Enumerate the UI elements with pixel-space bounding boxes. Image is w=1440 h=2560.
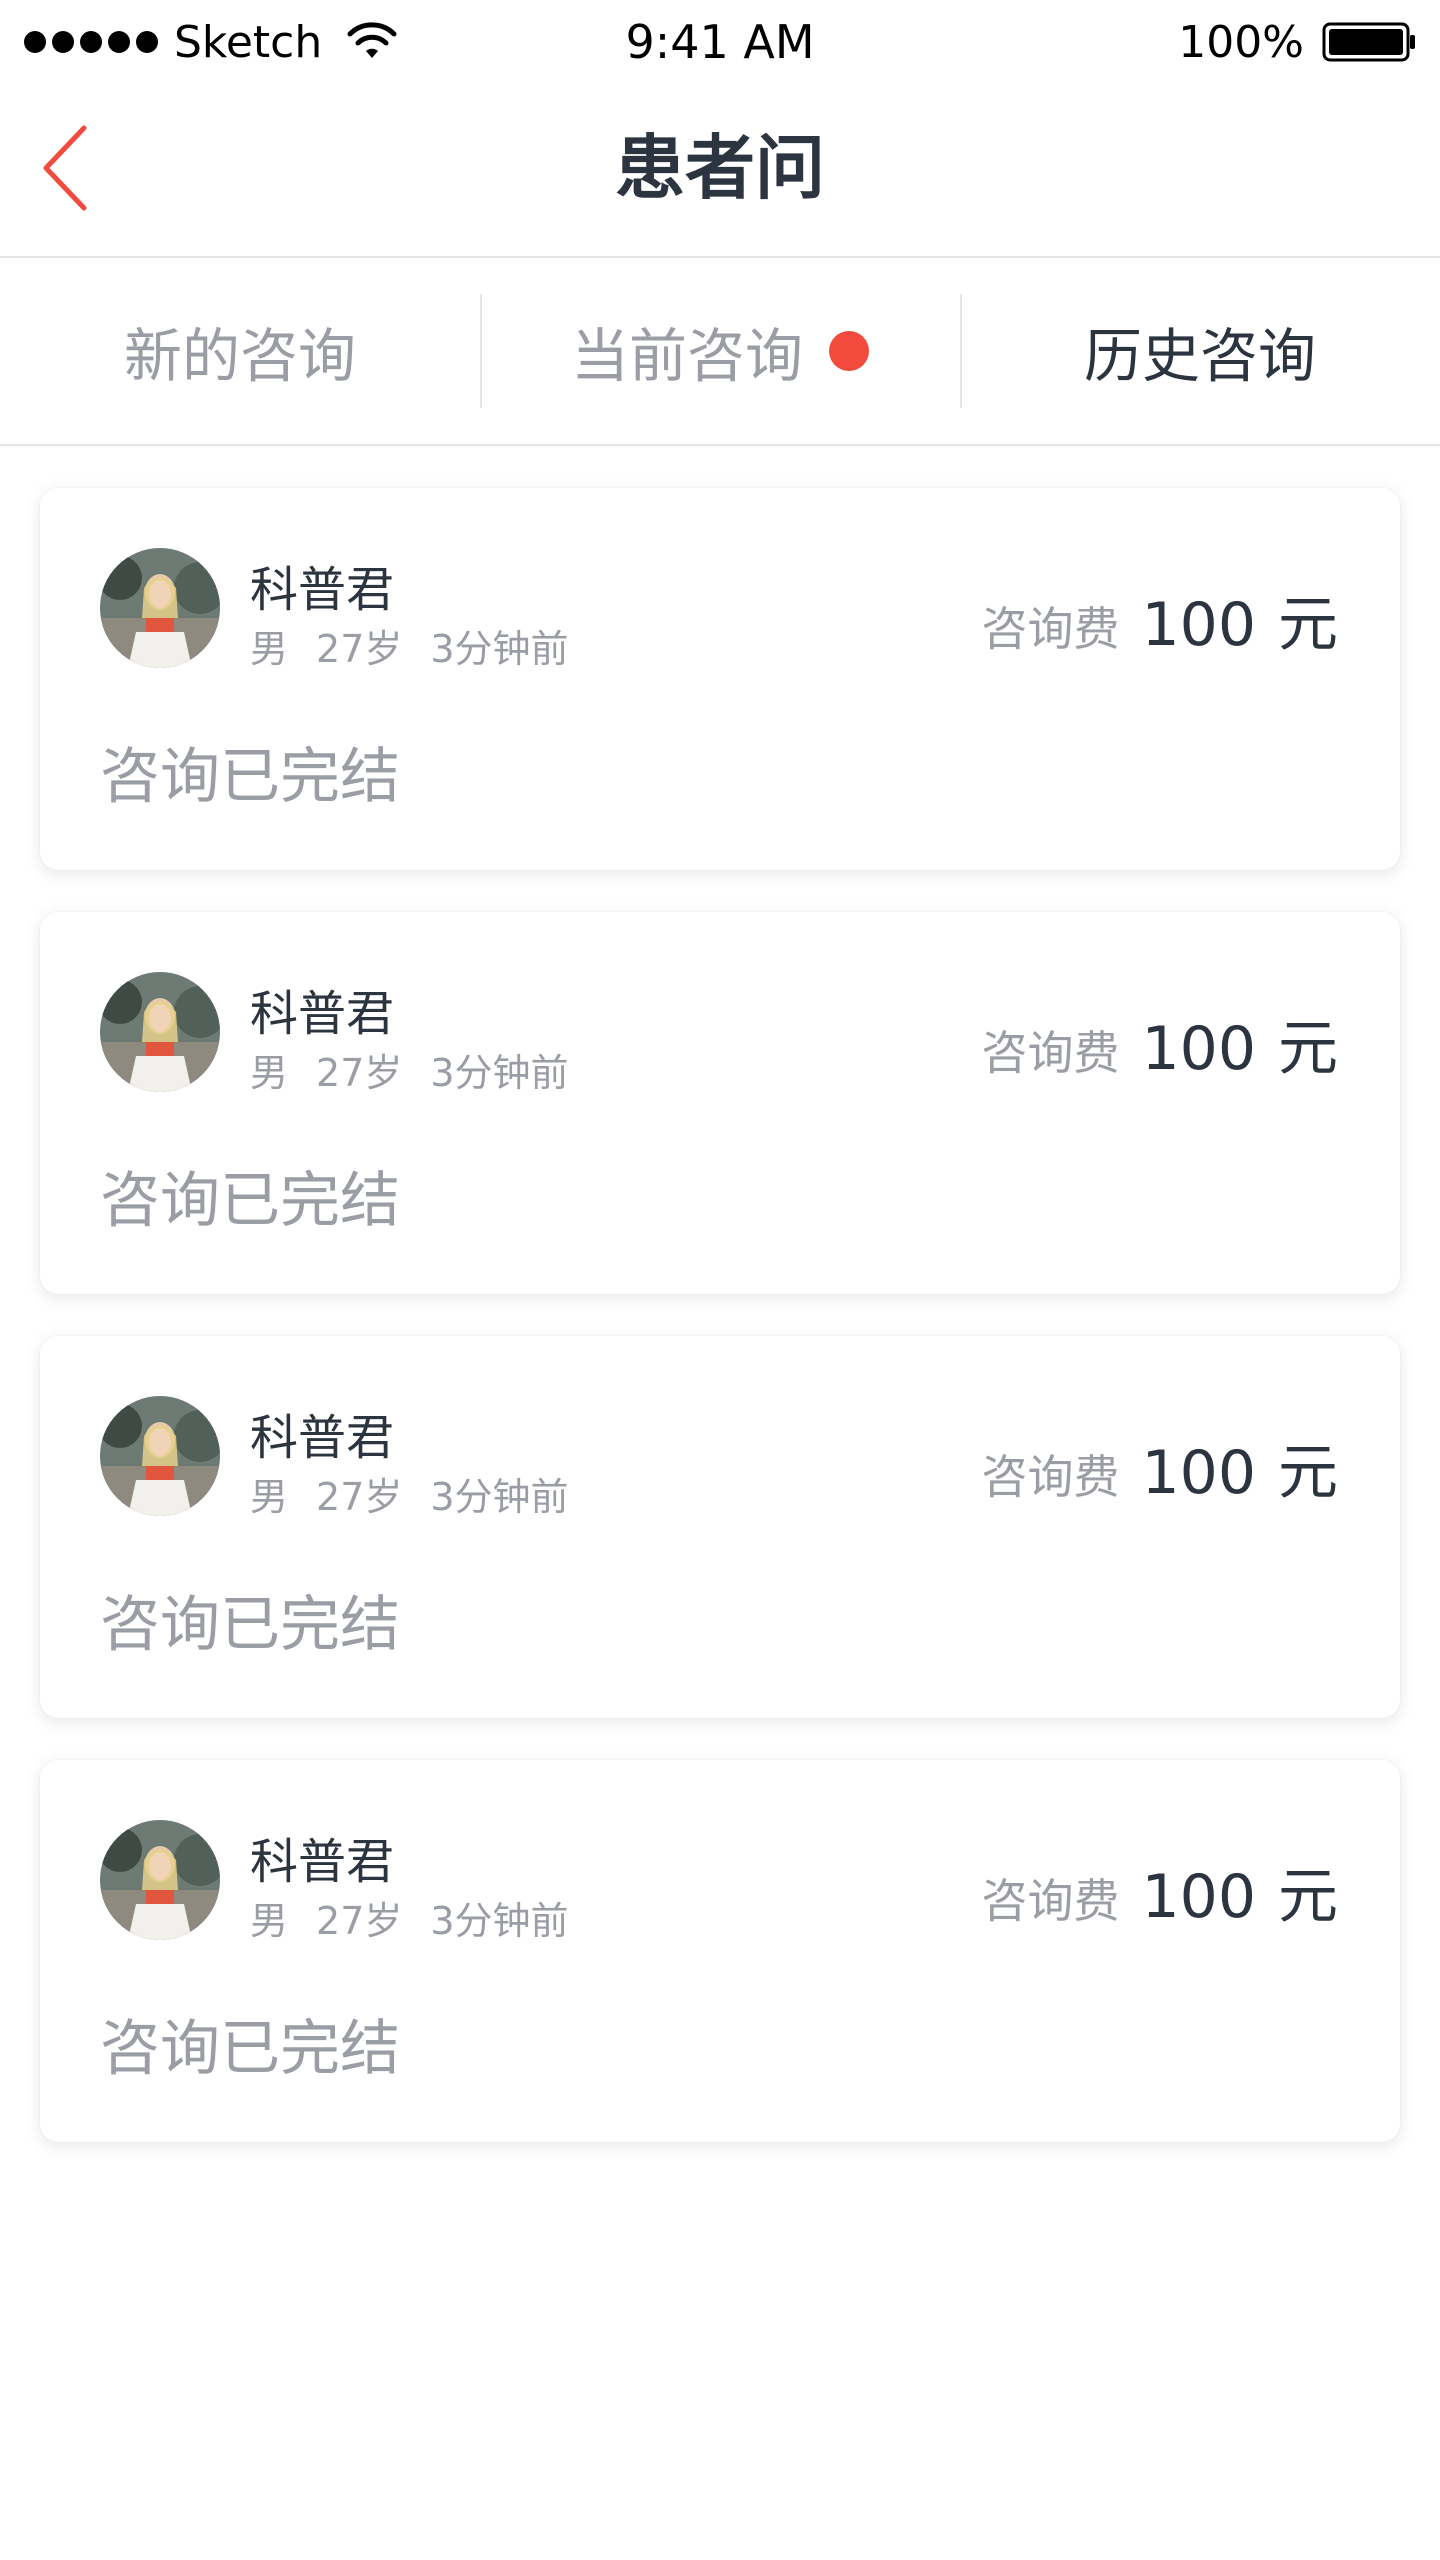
- patient-name: 科普君: [250, 986, 395, 1042]
- page-title: 患者问: [615, 127, 825, 209]
- consultation-fee: 咨询费 100 元: [981, 1848, 1338, 1935]
- consultation-time: 3分钟前: [430, 1475, 569, 1519]
- patient-age: 27岁: [316, 627, 403, 671]
- patient-gender: 男: [250, 1475, 289, 1519]
- tab-new-consultation[interactable]: 新的咨询: [0, 258, 480, 444]
- patient-gender: 男: [250, 1051, 289, 1095]
- patient-meta: 男 27岁 3分钟前: [250, 618, 569, 673]
- avatar-photo-icon: [100, 1396, 220, 1516]
- consultation-status: 咨询已完结: [100, 2014, 400, 2084]
- patient-meta: 男 27岁 3分钟前: [250, 1466, 569, 1521]
- consultation-time: 3分钟前: [430, 627, 569, 671]
- tab-current-consultation[interactable]: 当前咨询: [480, 258, 960, 444]
- consultation-status: 咨询已完结: [100, 742, 400, 812]
- patient-age: 27岁: [316, 1475, 403, 1519]
- consultation-card[interactable]: 科普君 男 27岁 3分钟前 咨询费 100 元 咨询已完结: [40, 912, 1400, 1294]
- patient-age: 27岁: [316, 1051, 403, 1095]
- fee-label: 咨询费: [981, 1450, 1120, 1504]
- unread-dot-badge: [829, 331, 869, 371]
- fee-unit: 元: [1278, 590, 1338, 660]
- patient-age: 27岁: [316, 1899, 403, 1943]
- avatar: [100, 1396, 220, 1516]
- tab-label: 当前咨询: [570, 322, 803, 390]
- patient-gender: 男: [250, 627, 289, 671]
- consultation-fee: 咨询费 100 元: [981, 1000, 1338, 1087]
- tab-label: 历史咨询: [1083, 322, 1316, 390]
- avatar-photo-icon: [100, 972, 220, 1092]
- fee-label: 咨询费: [981, 1026, 1120, 1080]
- consultation-card[interactable]: 科普君 男 27岁 3分钟前 咨询费 100 元 咨询已完结: [40, 1336, 1400, 1718]
- consultation-time: 3分钟前: [430, 1051, 569, 1095]
- status-bar: Sketch 9:41 AM 100%: [0, 0, 1440, 80]
- patient-meta: 男 27岁 3分钟前: [250, 1042, 569, 1097]
- patient-meta: 男 27岁 3分钟前: [250, 1890, 569, 1945]
- battery-percentage: 100%: [1178, 16, 1304, 68]
- fee-unit: 元: [1278, 1862, 1338, 1932]
- consultation-time: 3分钟前: [430, 1899, 569, 1943]
- consultation-fee: 咨询费 100 元: [981, 576, 1338, 663]
- avatar: [100, 1820, 220, 1940]
- patient-name: 科普君: [250, 1834, 395, 1890]
- avatar: [100, 548, 220, 668]
- battery-icon: [1322, 22, 1415, 62]
- consultation-tabs: 新的咨询 当前咨询 历史咨询: [0, 258, 1440, 446]
- tab-history-consultation[interactable]: 历史咨询: [960, 258, 1440, 444]
- status-bar-right: 100%: [1178, 12, 1416, 72]
- consultation-list: 科普君 男 27岁 3分钟前 咨询费 100 元 咨询已完结 科普君 男 27岁…: [40, 488, 1400, 2184]
- fee-amount: 100: [1141, 1014, 1256, 1084]
- patient-gender: 男: [250, 1899, 289, 1943]
- avatar-photo-icon: [100, 548, 220, 668]
- fee-amount: 100: [1141, 590, 1256, 660]
- navigation-bar: 患者问: [0, 80, 1440, 258]
- tab-label: 新的咨询: [123, 322, 356, 390]
- consultation-fee: 咨询费 100 元: [981, 1424, 1338, 1511]
- fee-amount: 100: [1141, 1862, 1256, 1932]
- avatar-photo-icon: [100, 1820, 220, 1940]
- consultation-status: 咨询已完结: [100, 1590, 400, 1660]
- fee-unit: 元: [1278, 1438, 1338, 1508]
- fee-amount: 100: [1141, 1438, 1256, 1508]
- consultation-card[interactable]: 科普君 男 27岁 3分钟前 咨询费 100 元 咨询已完结: [40, 488, 1400, 870]
- consultation-status: 咨询已完结: [100, 1166, 400, 1236]
- consultation-card[interactable]: 科普君 男 27岁 3分钟前 咨询费 100 元 咨询已完结: [40, 1760, 1400, 2142]
- fee-unit: 元: [1278, 1014, 1338, 1084]
- fee-label: 咨询费: [981, 602, 1120, 656]
- fee-label: 咨询费: [981, 1874, 1120, 1928]
- patient-name: 科普君: [250, 562, 395, 618]
- avatar: [100, 972, 220, 1092]
- patient-name: 科普君: [250, 1410, 395, 1466]
